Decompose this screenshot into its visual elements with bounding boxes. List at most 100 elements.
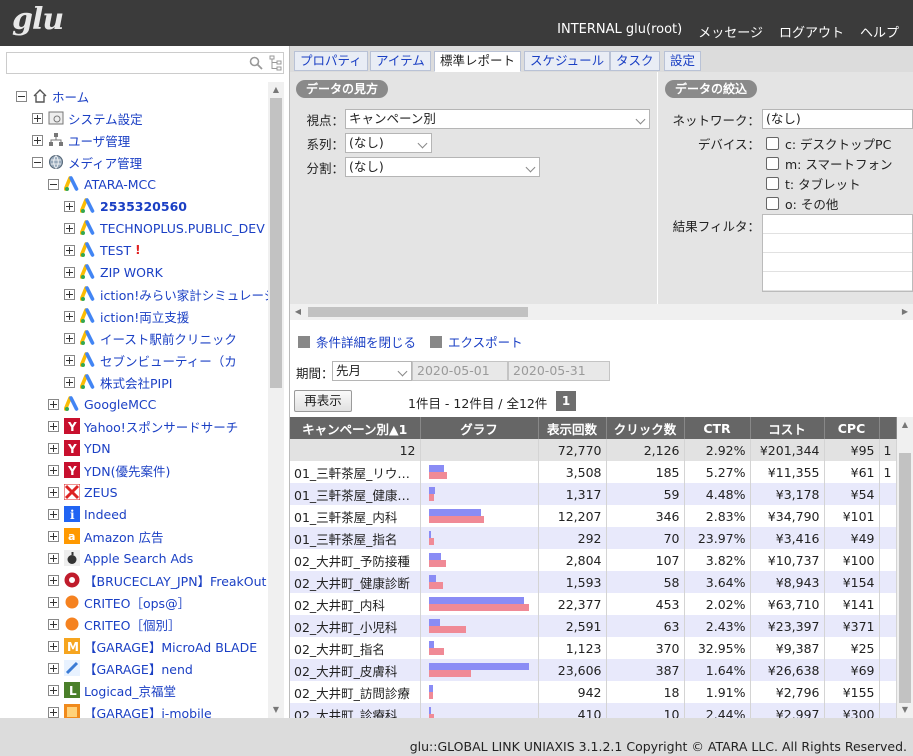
tree-node-label[interactable]: iction!両立支援	[100, 307, 189, 326]
tree-node-label[interactable]: ZEUS	[84, 485, 118, 500]
scroll-down-arrow[interactable]: ▼	[897, 702, 913, 718]
tree-node-label[interactable]: YDN	[84, 441, 111, 456]
table-row[interactable]: 02_大井町_指名 1,123 370 32.95% ¥9,387 ¥25	[290, 637, 897, 659]
tree-node-label[interactable]: TEST	[100, 243, 131, 258]
expand-icon[interactable]	[64, 354, 75, 366]
end-date-field[interactable]: 2020-05-31	[508, 361, 610, 381]
conditions-hscrollbar[interactable]: ◀ ▶	[290, 304, 913, 320]
nav-messages[interactable]: メッセージ	[698, 22, 763, 41]
tree-node-label[interactable]: セブンビューティー（カ	[100, 351, 237, 370]
tree-node[interactable]: TEST!	[64, 240, 141, 260]
sidebar-scroll-thumb[interactable]	[270, 98, 282, 388]
tree-node-label[interactable]: ホーム	[52, 87, 89, 106]
tree-node[interactable]: ATARA-MCC	[48, 174, 156, 194]
search-icon[interactable]	[249, 56, 263, 70]
device-option-smartphone[interactable]: m: スマートフォン	[766, 154, 893, 173]
sidebar-scrollbar[interactable]: ▲ ▼	[268, 82, 284, 718]
col-campaign[interactable]: キャンペーン別▲1	[290, 417, 421, 439]
expand-icon[interactable]	[64, 200, 75, 212]
tree-node-label[interactable]: Apple Search Ads	[84, 551, 193, 566]
col-ctr[interactable]: CTR	[684, 417, 751, 439]
table-scrollbar[interactable]: ▲ ▼	[897, 417, 913, 718]
device-option-other[interactable]: o: その他	[766, 194, 838, 213]
tree-node-label[interactable]: 2535320560	[100, 199, 187, 214]
redisplay-button[interactable]: 再表示	[294, 390, 352, 412]
expand-icon[interactable]	[48, 574, 59, 586]
table-scroll-thumb[interactable]	[899, 453, 911, 703]
tree-node[interactable]: Apple Search Ads	[48, 548, 193, 568]
table-row[interactable]: 01_三軒茶屋_指名 292 70 23.97% ¥3,416 ¥49	[290, 527, 897, 549]
page-number-button[interactable]: 1	[556, 391, 576, 411]
tree-node[interactable]: ZEUS	[48, 482, 118, 502]
expand-icon[interactable]	[48, 552, 59, 564]
scroll-right-arrow[interactable]: ▶	[897, 304, 913, 320]
nav-help[interactable]: ヘルプ	[860, 22, 899, 41]
expand-icon[interactable]	[64, 222, 75, 234]
expand-icon[interactable]	[48, 464, 59, 476]
tree-node-label[interactable]: iction!みらい家計シミュレーシ	[100, 285, 268, 304]
tree-node-label[interactable]: 【GARAGE】nend	[84, 659, 193, 678]
expand-icon[interactable]	[64, 376, 75, 388]
table-row[interactable]: 01_三軒茶屋_リウ… 3,508 185 5.27% ¥11,355 ¥61 1	[290, 461, 897, 483]
expand-icon[interactable]	[48, 486, 59, 498]
split-select[interactable]: (なし)	[345, 157, 540, 177]
table-row[interactable]: 02_大井町_小児科 2,591 63 2.43% ¥23,397 ¥371	[290, 615, 897, 637]
scroll-left-arrow[interactable]: ◀	[290, 304, 306, 320]
tree-node[interactable]: 2535320560	[64, 196, 187, 216]
tab-task[interactable]: タスク	[610, 51, 660, 71]
tree-node-label[interactable]: 株式会社PIPI	[100, 373, 172, 392]
tree-node[interactable]: 【GARAGE】nend	[48, 658, 193, 678]
expand-icon[interactable]	[48, 684, 59, 696]
result-filter-list[interactable]	[762, 214, 913, 292]
nav-user[interactable]: INTERNAL glu(root)	[557, 22, 682, 41]
table-row[interactable]: 02_大井町_内科 22,377 453 2.02% ¥63,710 ¥141	[290, 593, 897, 615]
series-select[interactable]: (なし)	[345, 133, 432, 153]
expand-icon[interactable]	[64, 244, 75, 256]
tree-node-label[interactable]: YDN(優先案件)	[84, 461, 170, 480]
viewpoint-select[interactable]: キャンペーン別	[345, 109, 650, 129]
tree-search-input[interactable]	[7, 53, 243, 73]
tree-node-label[interactable]: 【GARAGE】i-mobile	[84, 703, 212, 719]
table-row[interactable]: 01_三軒茶屋_内科 12,207 346 2.83% ¥34,790 ¥101	[290, 505, 897, 527]
tree-node[interactable]: メディア管理	[32, 152, 142, 172]
tab-items[interactable]: アイテム	[370, 51, 431, 71]
expand-icon[interactable]	[32, 134, 43, 146]
tree-node[interactable]: Y YDN(優先案件)	[48, 460, 170, 480]
tree-node-label[interactable]: 【GARAGE】MicroAd BLADE	[84, 637, 257, 656]
tree-node-label[interactable]: Logicad_京福堂	[84, 681, 176, 700]
checkbox[interactable]	[766, 137, 779, 150]
close-details-link[interactable]: 条件詳細を閉じる	[298, 332, 416, 351]
tab-settings[interactable]: 設定	[664, 51, 702, 71]
table-row[interactable]: 02_大井町_訪問診療 942 18 1.91% ¥2,796 ¥155	[290, 681, 897, 703]
table-row[interactable]: 02_大井町_皮膚科 23,606 387 1.64% ¥26,638 ¥69	[290, 659, 897, 681]
tree-node-label[interactable]: TECHNOPLUS.PUBLIC_DEV	[100, 221, 265, 236]
tree-node[interactable]: M 【GARAGE】MicroAd BLADE	[48, 636, 257, 656]
expand-icon[interactable]	[48, 662, 59, 674]
tab-standard-report[interactable]: 標準レポート	[434, 51, 522, 72]
tree-node-label[interactable]: イースト駅前クリニック	[100, 329, 237, 348]
col-extra[interactable]	[879, 417, 897, 439]
tab-schedule[interactable]: スケジュール	[524, 51, 611, 71]
checkbox[interactable]	[766, 197, 779, 210]
table-row[interactable]: 02_大井町_健康診断 1,593 58 3.64% ¥8,943 ¥154	[290, 571, 897, 593]
tree-node[interactable]: セブンビューティー（カ	[64, 350, 237, 370]
tree-node-label[interactable]: 【BRUCECLAY_JPN】FreakOut	[84, 571, 266, 590]
tree-node[interactable]: 【BRUCECLAY_JPN】FreakOut	[48, 570, 266, 590]
scroll-up-arrow[interactable]: ▲	[897, 417, 913, 433]
collapse-icon[interactable]	[16, 90, 27, 102]
tree-node-label[interactable]: システム設定	[68, 109, 143, 128]
tree-node-label[interactable]: メディア管理	[68, 153, 142, 172]
col-graph[interactable]: グラフ	[420, 417, 539, 439]
checkbox[interactable]	[766, 177, 779, 190]
expand-icon[interactable]	[48, 530, 59, 542]
tree-node-label[interactable]: Yahoo!スポンサードサーチ	[84, 417, 238, 436]
glu-logo[interactable]: glu	[12, 2, 64, 37]
tree-node-label[interactable]: CRITEO［個別］	[84, 615, 180, 634]
expand-icon[interactable]	[48, 706, 59, 718]
tree-node[interactable]: a Amazon 広告	[48, 526, 164, 546]
tree-node[interactable]: L Logicad_京福堂	[48, 680, 176, 700]
tree-node[interactable]: ホーム	[16, 86, 89, 106]
device-option-desktop[interactable]: c: デスクトップPC	[766, 134, 891, 153]
conditions-scroll-thumb[interactable]	[308, 307, 528, 317]
expand-icon[interactable]	[48, 398, 59, 410]
